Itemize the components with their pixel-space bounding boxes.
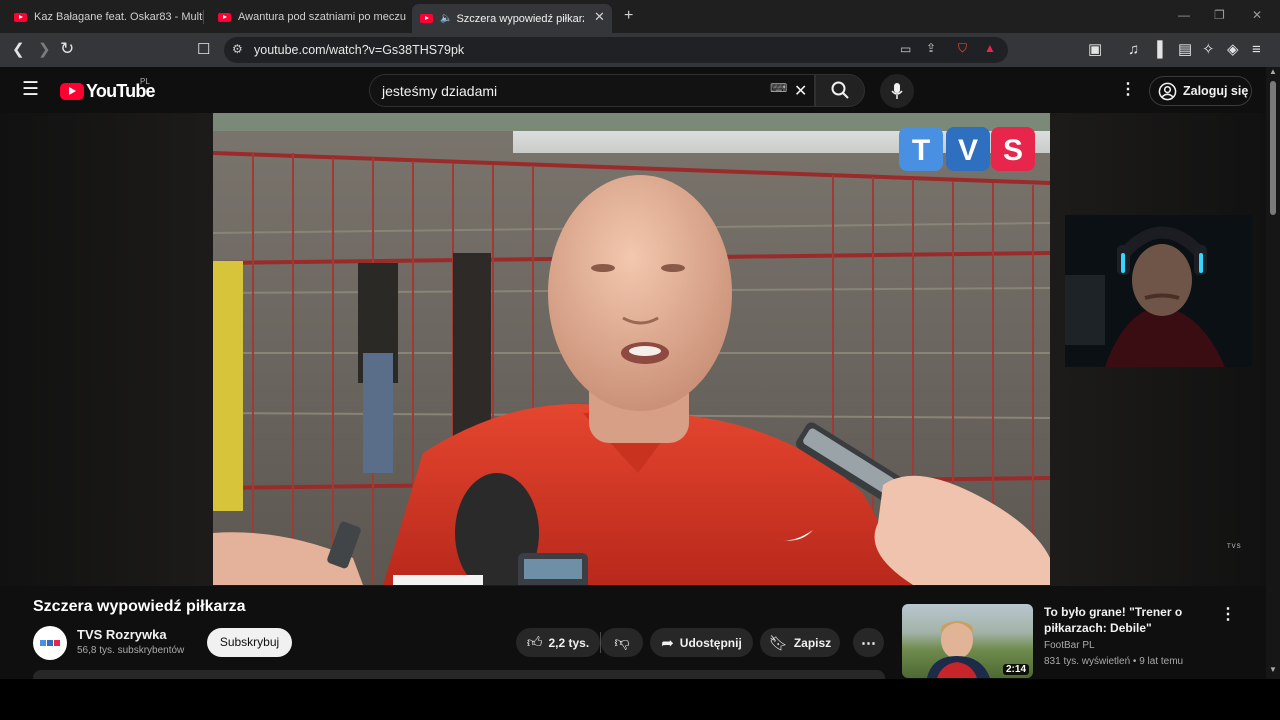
letterbox-bottom xyxy=(0,679,1280,720)
clear-search-icon[interactable]: ✕ xyxy=(794,81,807,101)
rewards-icon[interactable]: ▲ xyxy=(984,41,996,55)
recommended-video-thumbnail[interactable]: 2:14 xyxy=(902,604,1033,678)
streamer-webcam-overlay xyxy=(1065,215,1252,367)
sign-in-button[interactable]: Zaloguj się xyxy=(1149,76,1252,106)
webcam-image xyxy=(1065,215,1252,367)
site-settings-icon[interactable]: ⚙ xyxy=(232,42,243,56)
video-watermark: TVS xyxy=(1227,544,1242,550)
tab-search-icon[interactable]: ▣ xyxy=(1088,41,1102,59)
cast-icon[interactable]: ▭ xyxy=(900,42,911,56)
bookmark-icon[interactable]: ☐ xyxy=(197,41,210,59)
youtube-logo[interactable]: YouTube PL xyxy=(60,77,156,102)
search-input[interactable]: jesteśmy dziadami ⌨ ✕ xyxy=(369,74,815,107)
search-query[interactable]: jesteśmy dziadami xyxy=(382,83,497,99)
recommended-channel-name[interactable]: FootBar PL xyxy=(1044,640,1095,651)
youtube-page: ☰ YouTube PL jesteśmy dziadami ⌨ ✕ ⋮ Zal… xyxy=(0,67,1266,679)
subscribe-button[interactable]: Subskrybuj xyxy=(207,628,292,657)
sidebar-icon[interactable]: ▐ xyxy=(1152,41,1163,59)
browser-toolbar: ❮ ❯ ↻ ☐ ⚙ youtube.com/watch?v=Gs38THS79p… xyxy=(0,33,1280,67)
video-duration: 2:14 xyxy=(1002,664,1029,675)
tab-title: Kaz Bałagane feat. Oskar83 - Multisp xyxy=(34,11,204,23)
description-box[interactable] xyxy=(33,670,885,679)
close-window-icon[interactable]: ✕ xyxy=(1252,8,1262,22)
minimize-icon[interactable]: — xyxy=(1178,8,1190,22)
account-icon xyxy=(1158,82,1177,100)
dislike-button[interactable]: 👎︎ xyxy=(601,628,643,657)
keyboard-icon[interactable]: ⌨ xyxy=(770,81,787,95)
video-details: Szczera wypowiedź piłkarza TVS Rozrywka … xyxy=(0,586,1266,679)
more-actions-button[interactable]: ⋯ xyxy=(853,628,884,657)
plus-icon[interactable]: + xyxy=(624,7,633,25)
browser-tab[interactable]: Awantura pod szatniami po meczu Le xyxy=(210,4,406,30)
forward-icon[interactable]: ❯ xyxy=(38,41,51,59)
menu-icon[interactable]: ≡ xyxy=(1252,41,1261,59)
page-scrollbar[interactable]: ▲ ▼ xyxy=(1266,67,1280,679)
svg-text:V: V xyxy=(958,134,978,167)
video-title: Szczera wypowiedź piłkarza xyxy=(33,598,246,615)
recommended-video-title[interactable]: To było grane! "Trener o piłkarzach: Deb… xyxy=(1044,604,1204,636)
tvs-channel-logo xyxy=(40,640,60,646)
voice-search-button[interactable] xyxy=(880,74,914,108)
music-icon[interactable]: ♫ xyxy=(1128,41,1139,59)
scroll-down-icon[interactable]: ▼ xyxy=(1269,665,1277,674)
video-player[interactable]: T V S xyxy=(213,113,1050,585)
tab-title: Szczera wypowiedź piłkarza - xyxy=(456,12,584,25)
like-button[interactable]: 👍︎ 2,2 tys. xyxy=(516,628,600,657)
subscriber-count: 56,8 tys. subskrybentów xyxy=(77,645,185,656)
microphone-icon xyxy=(891,82,903,99)
restore-icon[interactable]: ❐ xyxy=(1214,8,1225,22)
more-horizontal-icon: ⋯ xyxy=(861,634,876,652)
share-button[interactable]: ➦ Udostępnij xyxy=(650,628,753,657)
video-player-area: T V S TVS xyxy=(0,113,1266,586)
save-label: Zapisz xyxy=(793,635,832,650)
save-button[interactable]: 🔖︎ Zapisz xyxy=(760,628,840,657)
address-bar[interactable]: ⚙ youtube.com/watch?v=Gs38THS79pk ▭ ⇪ ⛉ … xyxy=(224,37,1008,63)
back-icon[interactable]: ❮ xyxy=(12,41,25,59)
youtube-favicon-icon xyxy=(420,14,433,23)
share-page-icon[interactable]: ⇪ xyxy=(926,41,936,55)
country-code: PL xyxy=(140,77,150,86)
sign-in-label: Zaloguj się xyxy=(1183,84,1249,98)
brave-shield-icon[interactable]: ⛉ xyxy=(958,41,967,56)
share-label: Udostępnij xyxy=(679,635,742,650)
channel-name[interactable]: TVS Rozrywka xyxy=(77,627,167,642)
thumbs-up-icon: 👍︎ xyxy=(526,633,543,651)
youtube-play-icon xyxy=(60,83,84,100)
settings-more-icon[interactable]: ⋮ xyxy=(1120,79,1136,99)
svg-text:T: T xyxy=(912,134,930,167)
close-tab-icon[interactable]: ✕ xyxy=(594,9,605,25)
svg-text:S: S xyxy=(1003,134,1023,167)
browser-tab-active[interactable]: 🔈 Szczera wypowiedź piłkarza - xyxy=(412,4,612,33)
url-text[interactable]: youtube.com/watch?v=Gs38THS79pk xyxy=(254,43,464,57)
save-icon: 🔖︎ xyxy=(768,634,788,652)
recommended-video-meta: 831 tys. wyświetleń • 9 lat temu xyxy=(1044,656,1184,667)
ai-assistant-icon[interactable]: ✧ xyxy=(1202,41,1215,59)
youtube-favicon-icon xyxy=(218,12,231,22)
tab-separator xyxy=(203,10,204,24)
browser-tab[interactable]: Kaz Bałagane feat. Oskar83 - Multisp xyxy=(6,4,204,30)
browser-tab-strip: Kaz Bałagane feat. Oskar83 - Multisp Awa… xyxy=(0,0,1280,33)
search-button[interactable] xyxy=(815,74,865,107)
channel-avatar[interactable] xyxy=(33,626,67,660)
share-icon: ➦ xyxy=(661,634,674,652)
search-icon xyxy=(831,81,849,99)
hamburger-menu-icon[interactable]: ☰ xyxy=(22,78,39,101)
scroll-up-icon[interactable]: ▲ xyxy=(1269,67,1277,76)
video-frame-image: T V S xyxy=(213,113,1050,585)
like-count: 2,2 tys. xyxy=(548,635,590,650)
speaker-icon: 🔈 xyxy=(440,13,453,24)
thumbs-down-icon: 👎︎ xyxy=(614,633,630,651)
scrollbar-thumb[interactable] xyxy=(1270,81,1276,215)
more-vertical-icon[interactable]: ⋮ xyxy=(1220,604,1236,624)
reload-icon[interactable]: ↻ xyxy=(60,40,74,58)
wallet-icon[interactable]: ▤ xyxy=(1178,41,1192,59)
youtube-favicon-icon xyxy=(14,12,27,22)
vpn-icon[interactable]: ◈ xyxy=(1227,41,1239,59)
tab-title: Awantura pod szatniami po meczu Le xyxy=(238,11,406,23)
youtube-masthead: ☰ YouTube PL jesteśmy dziadami ⌨ ✕ ⋮ Zal… xyxy=(0,67,1266,113)
